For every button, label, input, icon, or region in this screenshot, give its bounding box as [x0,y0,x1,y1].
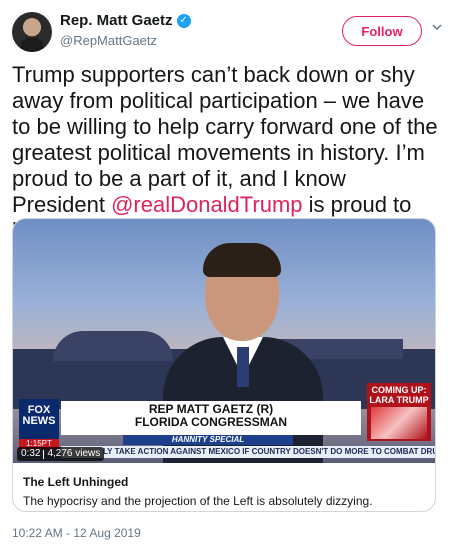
news-ticker: LY TAKE ACTION AGAINST MEXICO IF COUNTRY… [61,446,435,458]
video-views: 4,276 views [47,448,101,459]
author-handle[interactable]: @RepMattGaetz [60,33,157,48]
divider [43,449,45,459]
card-title[interactable]: The Left Unhinged [23,475,128,489]
video-stats-badge: 0:32 4,276 views [17,447,105,461]
tweet-text: Trump supporters can’t back down or shy … [12,62,444,244]
chevron-down-icon[interactable] [432,22,442,32]
avatar[interactable] [12,12,52,52]
chyron: REP MATT GAETZ (R) FLORIDA CONGRESSMAN [61,401,361,435]
verified-badge-icon: ✓ [176,13,191,28]
chyron-title: REP MATT GAETZ (R) [148,402,274,416]
network-logo: FOX NEWS [19,399,59,439]
card-description[interactable]: The hypocrisy and the projection of the … [23,494,373,508]
show-name: HANNITY SPECIAL [123,435,293,445]
mention-link[interactable]: @realDonaldTrump [111,192,302,217]
video-duration: 0:32 [21,448,41,459]
author-name[interactable]: Rep. Matt Gaetz [60,12,173,29]
author-name-row[interactable]: Rep. Matt Gaetz ✓ [60,12,191,29]
video-player[interactable]: COMING UP: LARA TRUMP FOX NEWS 1:15PT RE… [13,219,435,463]
media-card[interactable]: COMING UP: LARA TRUMP FOX NEWS 1:15PT RE… [12,218,436,512]
follow-button[interactable]: Follow [342,16,422,46]
chyron-subtitle: FLORIDA CONGRESSMAN [134,415,288,429]
tweet-timestamp[interactable]: 10:22 AM - 12 Aug 2019 [12,526,141,540]
